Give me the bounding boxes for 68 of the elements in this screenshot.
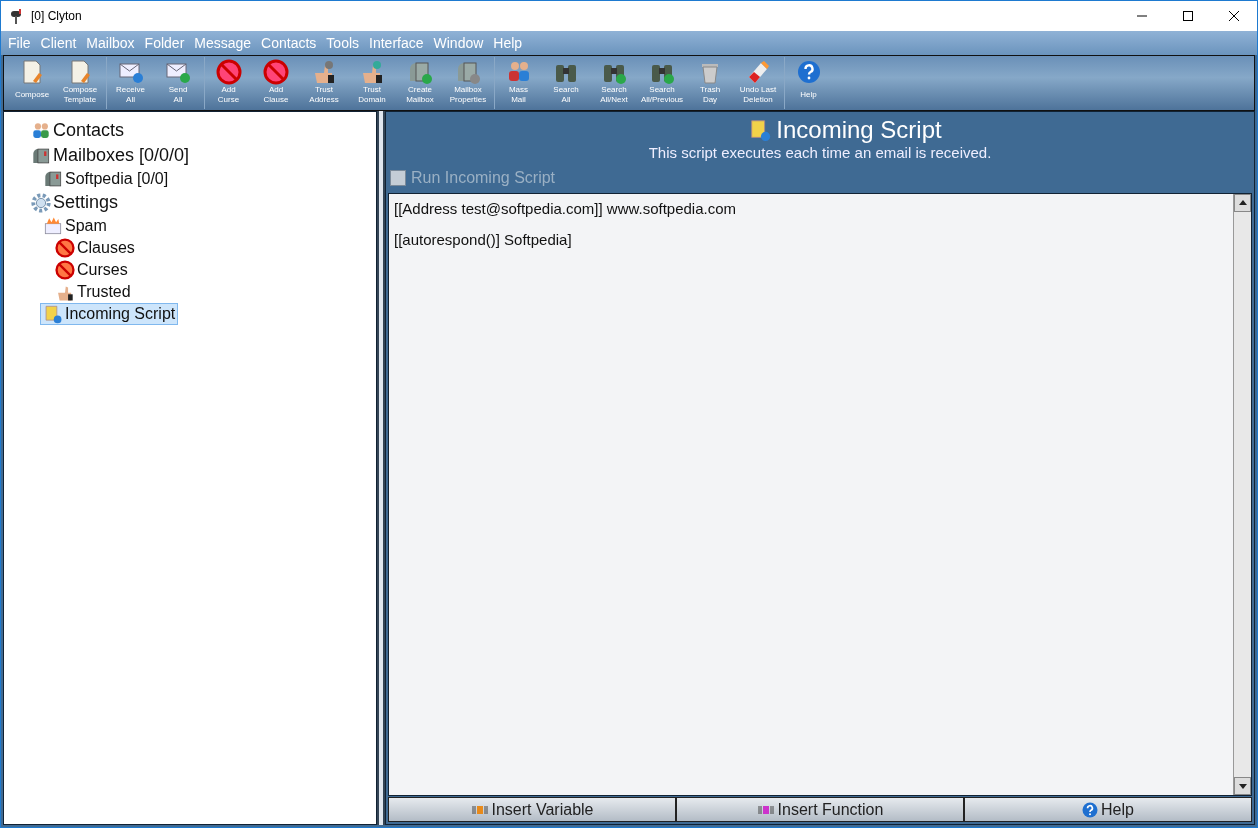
tree-item[interactable]: Trusted	[52, 281, 134, 303]
function-icon	[756, 804, 775, 815]
toolbar-button[interactable]: Trust Domain	[348, 57, 396, 109]
toolbar-button[interactable]: Trash Day	[686, 57, 734, 109]
tree-item[interactable]: Settings	[28, 190, 122, 215]
splitter-handle[interactable]	[377, 111, 385, 825]
tree-item[interactable]: Softpedia [0/0]	[40, 168, 172, 190]
script-line: [[autorespond()] Softpedia]	[394, 231, 573, 249]
forbidden-icon	[263, 59, 289, 85]
toolbar-button[interactable]: Search All	[542, 57, 590, 109]
toolbar-button[interactable]: Create Mailbox	[396, 57, 444, 109]
tree-item[interactable]: Spam	[40, 215, 110, 237]
toolbar-button[interactable]: Undo Last Deletion	[734, 57, 782, 109]
panel-button[interactable]: Insert Variable	[388, 797, 676, 822]
window-title: [0] Clyton	[31, 9, 82, 23]
mailbox-icon	[31, 145, 51, 166]
panel-title: Incoming Script	[776, 116, 942, 144]
toolbar-button[interactable]: Mailbox Properties	[444, 57, 492, 109]
checkbox-label: Run Incoming Script	[411, 169, 556, 187]
menu-item[interactable]: Window	[428, 35, 489, 51]
toolbar-button[interactable]: Add Curse	[204, 57, 252, 109]
variable-icon	[470, 804, 489, 815]
scroll-icon	[748, 117, 773, 143]
toolbar-button[interactable]: Help	[784, 57, 832, 109]
scroll-up-icon[interactable]	[1234, 194, 1251, 212]
menu-item[interactable]: Mailbox	[81, 35, 140, 51]
toolbar-button[interactable]: Search All/Previous	[638, 57, 686, 109]
close-icon	[1229, 11, 1239, 21]
vertical-scrollbar[interactable]	[1233, 194, 1251, 795]
menu-item[interactable]: Message	[189, 35, 257, 51]
toolbar-button[interactable]: Compose Template	[56, 57, 104, 109]
people-icon	[31, 120, 51, 141]
menu-item[interactable]: Folder	[139, 35, 190, 51]
menu-item[interactable]: Client	[35, 35, 82, 51]
help-icon	[1082, 801, 1099, 818]
gear-icon	[31, 192, 51, 213]
menu-item[interactable]: Tools	[321, 35, 365, 51]
toolbar-button[interactable]: Send All	[154, 57, 202, 109]
menu-item[interactable]: File	[3, 35, 36, 51]
toolbar-button[interactable]: Mass Mail	[494, 57, 542, 109]
mailbox-icon	[455, 59, 481, 85]
tree-item[interactable]: Curses	[52, 259, 131, 281]
toolbar-button[interactable]: Search All/Next	[590, 57, 638, 109]
mailbox-icon	[43, 169, 63, 189]
script-line: [[Address test@softpedia.com]] www.softpedia.com	[394, 200, 738, 218]
menu-item[interactable]: Help	[488, 35, 528, 51]
toolbar-button[interactable]: Trust Address	[300, 57, 348, 109]
mailbox-icon	[407, 59, 433, 85]
tree-item[interactable]: Clauses	[52, 237, 138, 259]
menu-item[interactable]: Contacts	[256, 35, 322, 51]
maximize-icon	[1183, 11, 1193, 21]
forbidden-icon	[55, 238, 75, 258]
tree-item[interactable]: Incoming Script	[40, 303, 179, 325]
toolbar-button[interactable]: Receive All	[106, 57, 154, 109]
toolbar-button[interactable]: Add Clause	[252, 57, 300, 109]
script-editor[interactable]: [[Address test@softpedia.com]] www.softpedia.com [[autorespond()] Softpedia]	[388, 193, 1252, 796]
panel-description: This script executes each time an email is received.	[647, 144, 993, 161]
scroll-icon	[43, 304, 63, 324]
forbidden-icon	[55, 260, 75, 280]
forbidden-icon	[215, 59, 242, 85]
menu-item[interactable]: Interface	[364, 35, 429, 51]
help-icon	[795, 59, 822, 85]
panel-button[interactable]: Insert Function	[676, 797, 964, 822]
scroll-down-icon[interactable]	[1234, 777, 1251, 795]
tree-item[interactable]: Mailboxes [0/0/0]	[28, 143, 193, 168]
tree-item[interactable]: Contacts	[28, 118, 128, 143]
toolbar-button[interactable]: Compose	[8, 57, 56, 109]
panel-button[interactable]: Help	[964, 797, 1252, 822]
